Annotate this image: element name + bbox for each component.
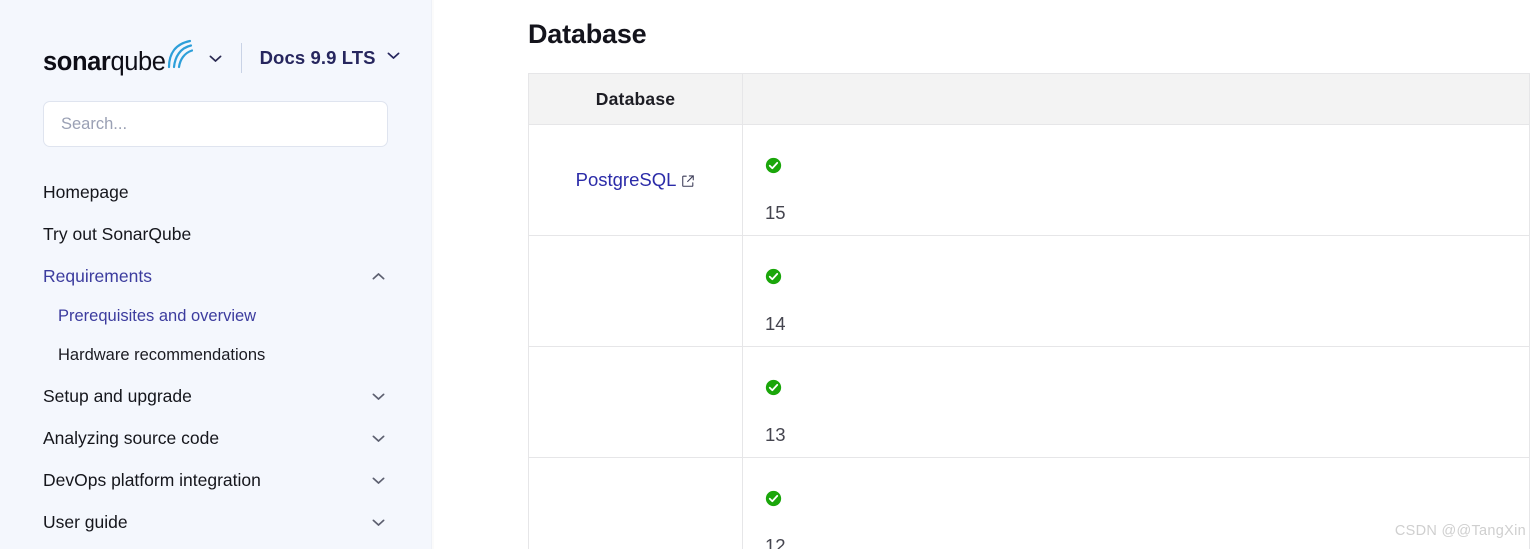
cell-database xyxy=(528,346,743,459)
table-row: PostgreSQL 15 xyxy=(528,124,1530,237)
sidebar-item-label: User guide xyxy=(43,511,128,532)
watermark: CSDN @@TangXin xyxy=(1394,523,1526,539)
sidebar-item-label: Try out SonarQube xyxy=(43,223,192,244)
sonarqube-logo[interactable]: sonarqube xyxy=(43,39,193,76)
sidebar-brand-row: sonarqube Docs 9.9 LTS xyxy=(0,36,434,80)
database-link[interactable]: PostgreSQL xyxy=(576,169,696,191)
cell-database xyxy=(528,235,743,348)
version-number: 14 xyxy=(765,312,786,334)
sidebar-item-user-guide[interactable]: User guide xyxy=(0,501,434,543)
sidebar-item-analyzing-source-code[interactable]: Analyzing source code xyxy=(0,417,434,459)
sidebar-item-label: Homepage xyxy=(43,181,129,202)
sidebar-item-label: Prerequisites and overview xyxy=(58,306,257,325)
version-number: 15 xyxy=(765,201,786,223)
brand-divider xyxy=(240,43,242,73)
sidebar-item-hardware-recommendations[interactable]: Hardware recommendations xyxy=(0,336,434,375)
check-circle-icon xyxy=(765,157,1529,179)
sidebar-item-try-out-sonarqube[interactable]: Try out SonarQube xyxy=(0,213,434,255)
table-header: Database xyxy=(528,73,1530,126)
cell-version: 14 xyxy=(742,235,1530,348)
sidebar-item-label: Requirements xyxy=(43,265,152,286)
docs-version-label: Docs 9.9 LTS xyxy=(259,47,376,68)
sidebar-item-homepage[interactable]: Homepage xyxy=(0,171,434,213)
logo-bold-text: sonar xyxy=(43,47,111,76)
sidebar-item-prerequisites-and-overview[interactable]: Prerequisites and overview xyxy=(0,297,434,336)
column-header-version xyxy=(742,73,1530,126)
external-link-icon xyxy=(681,174,695,188)
logo-light-text: qube xyxy=(110,47,166,76)
cell-database: PostgreSQL xyxy=(528,124,743,237)
cell-version: 15 xyxy=(742,124,1530,237)
check-circle-icon xyxy=(765,490,1529,512)
main-content: Database Database PostgreSQL 15 14 13 12 CSD… xyxy=(434,0,1535,549)
sidebar-item-label: Setup and upgrade xyxy=(43,385,192,406)
search-container xyxy=(43,101,434,147)
sidebar-item-requirements[interactable]: Requirements xyxy=(0,255,434,297)
sidebar-item-setup-and-upgrade[interactable]: Setup and upgrade xyxy=(0,375,434,417)
chevron-down-icon[interactable] xyxy=(370,430,387,447)
sonarqube-arcs-icon xyxy=(167,39,193,74)
sidebar: sonarqube Docs 9.9 LTS Search... Homepag… xyxy=(0,0,434,549)
column-header-database: Database xyxy=(528,73,743,126)
chevron-down-icon[interactable] xyxy=(370,388,387,405)
sidebar-item-label: Hardware recommendations xyxy=(58,345,266,364)
check-circle-icon xyxy=(765,268,1529,290)
chevron-up-icon[interactable] xyxy=(370,268,387,285)
chevron-down-icon[interactable] xyxy=(370,472,387,489)
sidebar-item-label: Analyzing source code xyxy=(43,427,220,448)
search-input[interactable] xyxy=(43,101,388,147)
docs-version-selector[interactable]: Docs 9.9 LTS xyxy=(260,47,402,69)
sonarqube-logo-text: sonarqube xyxy=(43,47,166,76)
table-row: 14 xyxy=(528,235,1530,348)
table-row: 12 xyxy=(528,457,1530,549)
check-circle-icon xyxy=(765,379,1529,401)
cell-database xyxy=(528,457,743,549)
database-link-label: PostgreSQL xyxy=(575,169,677,191)
page-root: sonarqube Docs 9.9 LTS Search... Homepag… xyxy=(0,0,1535,549)
database-table: Database PostgreSQL 15 14 13 12 xyxy=(528,73,1530,549)
docs-version-chevron-down-icon xyxy=(385,47,402,69)
sidebar-item-devops-platform-integration[interactable]: DevOps platform integration xyxy=(0,459,434,501)
table-row: 13 xyxy=(528,346,1530,459)
brand-chevron-down-icon[interactable] xyxy=(207,50,224,67)
cell-version: 13 xyxy=(742,346,1530,459)
sidebar-nav: Homepage Try out SonarQube Requirements Pre… xyxy=(0,171,434,543)
table-header-row: Database xyxy=(528,73,1530,126)
sidebar-item-label: DevOps platform integration xyxy=(43,469,261,490)
chevron-down-icon[interactable] xyxy=(370,514,387,531)
version-number: 13 xyxy=(765,423,786,445)
table-body: PostgreSQL 15 14 13 12 xyxy=(528,124,1530,549)
page-title: Database xyxy=(528,19,647,49)
